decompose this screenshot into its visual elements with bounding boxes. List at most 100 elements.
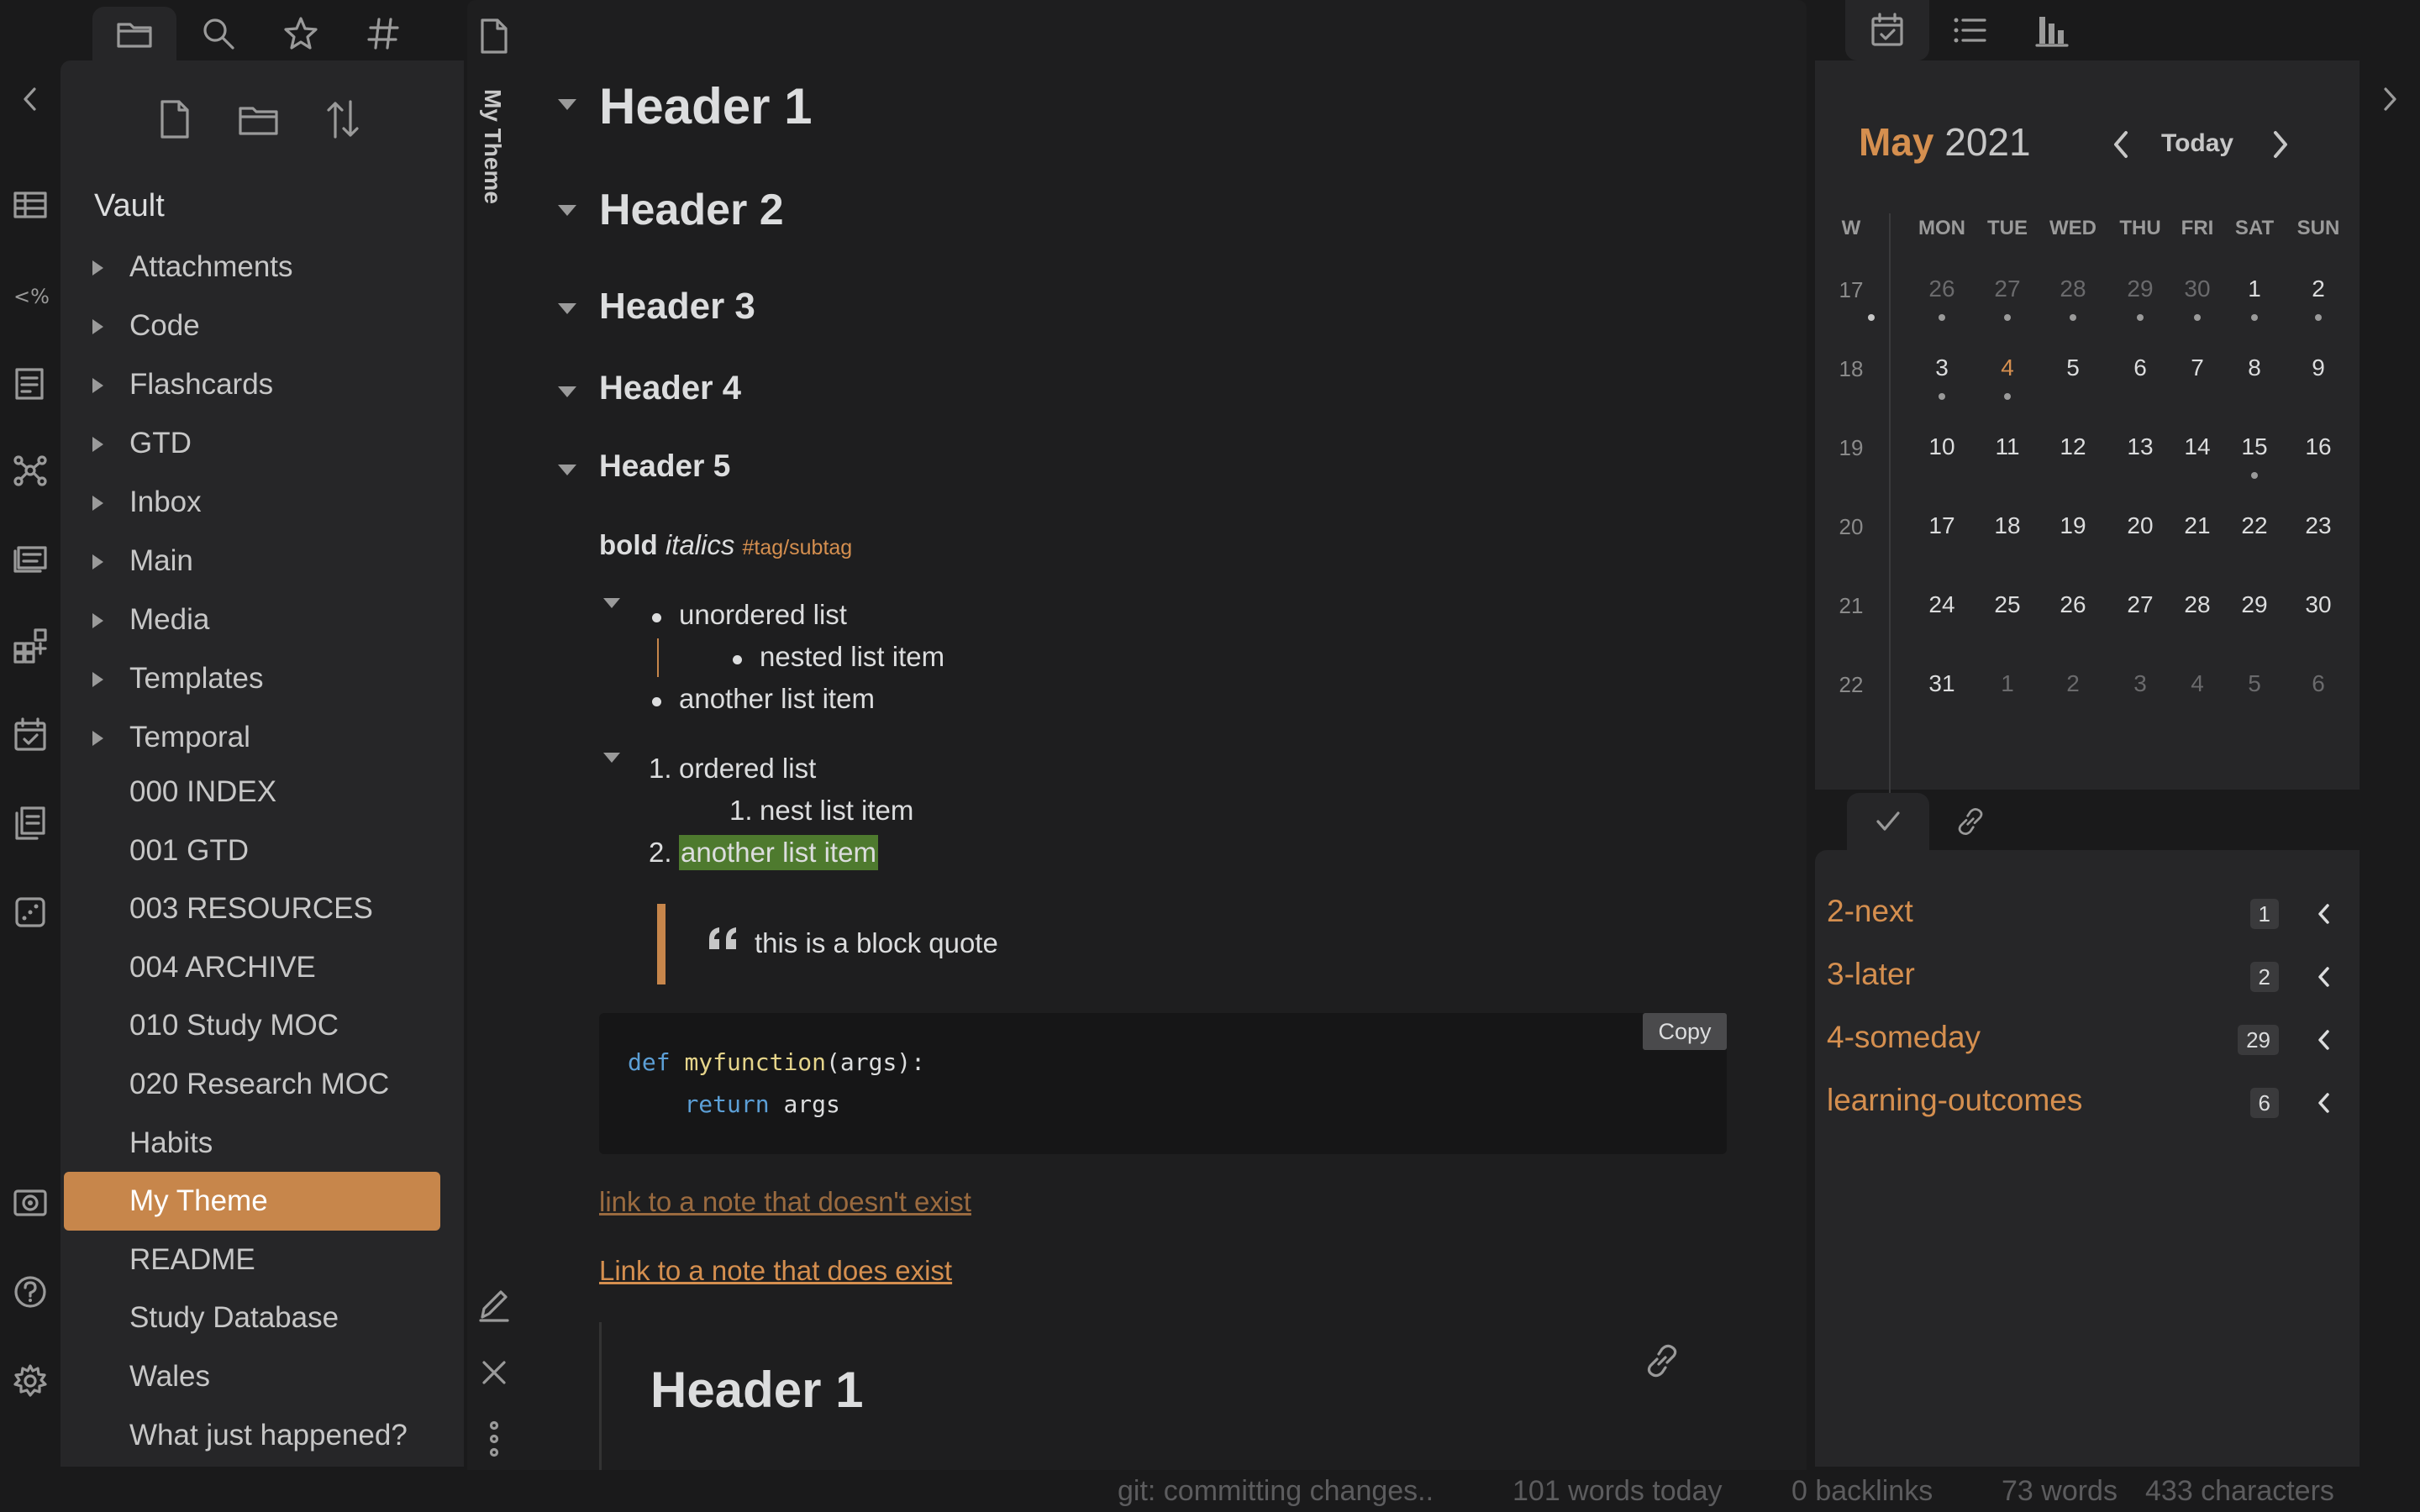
week-number[interactable]: 18 <box>1830 356 1872 382</box>
chevron-left-icon[interactable] <box>2314 902 2334 926</box>
file-item[interactable]: 004 ARCHIVE <box>64 938 440 997</box>
calendar-day[interactable]: 26 <box>1912 276 1971 302</box>
calendar-day[interactable]: 27 <box>2111 591 2170 618</box>
editor-content[interactable]: Header 1 Header 2 Header 3 Header 4 Head… <box>519 0 1807 1470</box>
file-item[interactable]: 000 INDEX <box>64 763 440 822</box>
copy-code-button[interactable]: Copy <box>1643 1013 1727 1050</box>
folder-item[interactable]: Flashcards <box>60 358 464 412</box>
new-folder-button[interactable] <box>234 94 284 144</box>
folder-item[interactable]: Attachments <box>60 240 464 294</box>
fold-toggle-icon[interactable] <box>558 99 576 110</box>
tag-row[interactable]: 4-someday 29 <box>1815 1015 2360 1065</box>
file-explorer-tab[interactable] <box>92 7 176 60</box>
calendar-day[interactable]: 2 <box>2289 276 2348 302</box>
internal-link[interactable]: Link to a note that does exist <box>599 1255 952 1287</box>
calendar-day[interactable]: 23 <box>2289 512 2348 539</box>
search-tab[interactable] <box>176 7 260 60</box>
calendar-day[interactable]: 5 <box>2225 670 2284 697</box>
calendar-day[interactable]: 27 <box>1978 276 2037 302</box>
flashcards-icon[interactable] <box>12 539 49 576</box>
calendar-day[interactable]: 30 <box>2289 591 2348 618</box>
file-item[interactable]: Study Database <box>64 1289 440 1347</box>
tag-row[interactable]: 2-next 1 <box>1815 889 2360 939</box>
help-icon[interactable] <box>12 1273 49 1310</box>
week-number[interactable]: 19 <box>1830 435 1872 461</box>
file-item[interactable]: 003 RESOURCES <box>64 879 440 938</box>
calendar-day[interactable]: 14 <box>2168 433 2227 460</box>
calendar-check-icon[interactable] <box>12 716 49 753</box>
list-fold-icon[interactable] <box>603 598 620 608</box>
edit-pencil-icon[interactable] <box>477 1285 511 1322</box>
list-fold-icon[interactable] <box>603 753 620 763</box>
tag-row[interactable]: 3-later 2 <box>1815 952 2360 1002</box>
file-item[interactable]: 020 Research MOC <box>64 1055 440 1114</box>
tag-row[interactable]: learning-outcomes 6 <box>1815 1078 2360 1128</box>
backlinks-count[interactable]: 0 backlinks <box>1791 1475 1933 1508</box>
stats-tab[interactable] <box>2010 0 2094 60</box>
fold-toggle-icon[interactable] <box>558 386 576 397</box>
calendar-day[interactable]: 25 <box>1978 591 2037 618</box>
calendar-day[interactable]: 10 <box>1912 433 1971 460</box>
code-block[interactable]: Copy def myfunction(args): return args <box>599 1013 1727 1154</box>
calendar-day[interactable]: 30 <box>2168 276 2227 302</box>
unresolved-link[interactable]: link to a note that doesn't exist <box>599 1186 971 1218</box>
new-note-button[interactable] <box>150 94 200 144</box>
git-status[interactable]: git: committing changes.. <box>1118 1475 1434 1508</box>
table-icon[interactable] <box>12 186 49 223</box>
calendar-day[interactable]: 15 <box>2225 433 2284 460</box>
sort-button[interactable] <box>318 94 368 144</box>
calendar-day[interactable]: 5 <box>2044 354 2102 381</box>
folder-item[interactable]: Media <box>60 593 464 647</box>
folder-item[interactable]: Inbox <box>60 475 464 529</box>
today-button[interactable]: Today <box>2161 129 2233 158</box>
graph-view-icon[interactable] <box>12 452 49 489</box>
calendar-day[interactable]: 20 <box>2111 512 2170 539</box>
calendar-day[interactable]: 24 <box>1912 591 1971 618</box>
collapse-left-icon[interactable] <box>12 81 49 118</box>
file-item[interactable]: What just happened? <box>64 1406 440 1465</box>
checklist-tab[interactable] <box>1847 793 1929 850</box>
week-number[interactable]: 17 <box>1830 277 1872 303</box>
folder-item[interactable]: GTD <box>60 417 464 470</box>
dice-icon[interactable] <box>12 894 49 931</box>
links-tab[interactable] <box>1929 793 2012 850</box>
fold-toggle-icon[interactable] <box>558 205 576 216</box>
calendar-day[interactable]: 7 <box>2168 354 2227 381</box>
starred-tab[interactable] <box>259 7 343 60</box>
calendar-day[interactable]: 28 <box>2168 591 2227 618</box>
calendar-day[interactable]: 12 <box>2044 433 2102 460</box>
calendar-day[interactable]: 22 <box>2225 512 2284 539</box>
folder-item[interactable]: Temporal <box>60 711 464 764</box>
calendar-day[interactable]: 29 <box>2225 591 2284 618</box>
calendar-day[interactable]: 26 <box>2044 591 2102 618</box>
calendar-day[interactable]: 8 <box>2225 354 2284 381</box>
tag-link[interactable]: #tag/subtag <box>743 536 853 559</box>
copy-files-icon[interactable] <box>12 805 49 842</box>
calendar-day[interactable]: 1 <box>2225 276 2284 302</box>
week-number[interactable]: 20 <box>1830 514 1872 540</box>
calendar-day[interactable]: 13 <box>2111 433 2170 460</box>
file-item[interactable]: Wales <box>64 1347 440 1406</box>
calendar-day[interactable]: 2 <box>2044 670 2102 697</box>
file-item[interactable]: My Theme <box>64 1172 440 1231</box>
calendar-day[interactable]: 4 <box>1978 354 2037 381</box>
vault-switcher-icon[interactable] <box>12 1184 49 1221</box>
next-month-icon[interactable] <box>2269 128 2294 161</box>
templater-icon[interactable]: <% <box>12 277 49 314</box>
file-item[interactable]: 001 GTD <box>64 822 440 880</box>
collapse-right-icon[interactable] <box>2371 81 2408 118</box>
file-item[interactable]: README <box>64 1231 440 1289</box>
calendar-day[interactable]: 29 <box>2111 276 2170 302</box>
fold-toggle-icon[interactable] <box>558 465 576 475</box>
calendar-day[interactable]: 28 <box>2044 276 2102 302</box>
calendar-day[interactable]: 6 <box>2111 354 2170 381</box>
chevron-left-icon[interactable] <box>2314 965 2334 989</box>
calendar-day[interactable]: 9 <box>2289 354 2348 381</box>
chevron-left-icon[interactable] <box>2314 1091 2334 1115</box>
more-options-icon[interactable] <box>486 1420 502 1458</box>
calendar-day[interactable]: 3 <box>1912 354 1971 381</box>
calendar-day[interactable]: 11 <box>1978 433 2037 460</box>
dataview-icon[interactable] <box>12 627 49 664</box>
calendar-day[interactable]: 1 <box>1978 670 2037 697</box>
calendar-day[interactable]: 19 <box>2044 512 2102 539</box>
